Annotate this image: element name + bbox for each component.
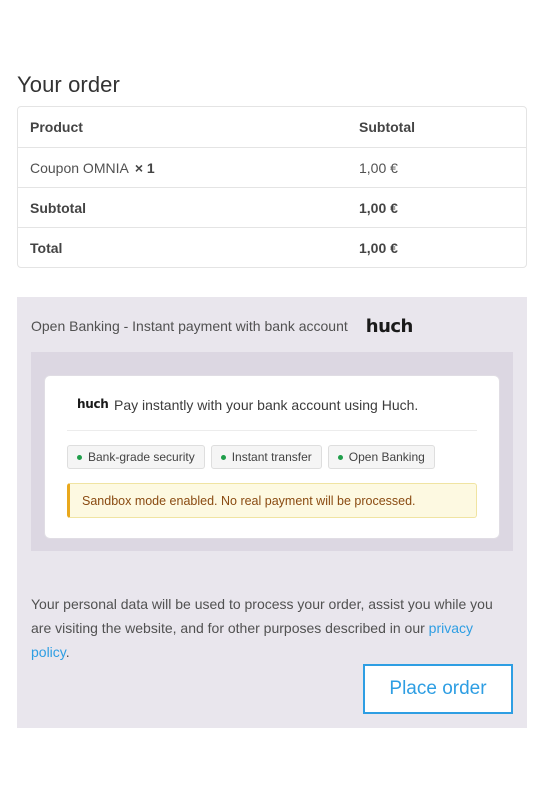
privacy-text-end: . — [65, 644, 70, 660]
subtotal-row: Subtotal 1,00 € — [18, 187, 526, 227]
product-quantity: × 1 — [134, 159, 155, 176]
badge-label: Open Banking — [348, 450, 425, 464]
order-heading: Your order — [17, 72, 120, 97]
payment-card: huch Pay instantly with your bank accoun… — [44, 375, 500, 539]
subtotal-label: Subtotal — [30, 199, 86, 216]
table-header-row: Product Subtotal — [18, 107, 526, 147]
product-subtotal: 1,00 € — [359, 159, 398, 176]
card-header: huch Pay instantly with your bank accoun… — [67, 394, 477, 431]
status-dot-icon — [337, 454, 343, 460]
column-header-product: Product — [30, 119, 83, 135]
sandbox-notice: Sandbox mode enabled. No real payment wi… — [67, 483, 477, 518]
total-label: Total — [30, 239, 63, 256]
total-value: 1,00 € — [359, 239, 398, 256]
payment-method-label[interactable]: Open Banking - Instant payment with bank… — [31, 318, 348, 334]
badge-instant-transfer: Instant transfer — [210, 445, 322, 469]
card-huch-logo: huch — [77, 397, 109, 411]
payment-section: Open Banking - Instant payment with bank… — [17, 297, 527, 728]
order-review-table: Product Subtotal Coupon OMNIA × 1 1,00 € … — [17, 106, 527, 268]
privacy-text: Your personal data will be used to proce… — [31, 596, 493, 636]
privacy-notice: Your personal data will be used to proce… — [31, 592, 511, 664]
feature-badges: Bank-grade security Instant transfer Ope… — [67, 445, 435, 469]
badge-open-banking: Open Banking — [327, 445, 435, 469]
product-name: Coupon OMNIA — [30, 159, 129, 176]
column-header-subtotal: Subtotal — [359, 119, 415, 135]
payment-method-details: huch Pay instantly with your bank accoun… — [31, 352, 513, 551]
total-row: Total 1,00 € — [18, 227, 526, 267]
subtotal-value: 1,00 € — [359, 199, 398, 216]
product-cell: Coupon OMNIA × 1 — [18, 160, 359, 176]
table-row: Coupon OMNIA × 1 1,00 € — [18, 147, 526, 187]
status-dot-icon — [220, 454, 226, 460]
badge-label: Bank-grade security — [88, 450, 195, 464]
badge-label: Instant transfer — [231, 450, 312, 464]
payment-method-option[interactable]: Open Banking - Instant payment with bank… — [31, 315, 413, 337]
badge-bank-grade-security: Bank-grade security — [67, 445, 205, 469]
place-order-button[interactable]: Place order — [363, 664, 513, 714]
card-description: Pay instantly with your bank account usi… — [114, 397, 419, 413]
huch-logo: huch — [365, 315, 414, 337]
status-dot-icon — [77, 454, 82, 460]
